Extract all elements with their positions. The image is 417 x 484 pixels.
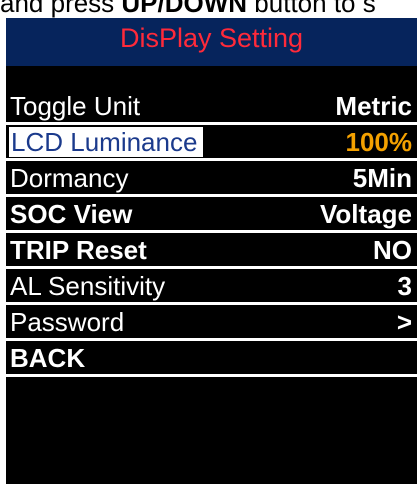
menu-item-password[interactable]: Password > [6, 306, 417, 341]
row-divider [6, 266, 417, 269]
menu-item-label: TRIP Reset [10, 235, 147, 265]
row-divider [6, 230, 417, 233]
row-divider [6, 374, 417, 377]
menu-item-label: LCD Luminance [9, 127, 204, 157]
menu-item-label: Password [10, 307, 125, 337]
menu-item-back[interactable]: BACK [6, 342, 417, 377]
row-divider [6, 302, 417, 305]
menu-item-label: Dormancy [10, 163, 129, 193]
display-screen: DisPlay Setting Toggle Unit Metric LCD L… [6, 18, 417, 484]
menu-item-value: 100% [345, 127, 413, 157]
menu-item-dormancy[interactable]: Dormancy 5Min [6, 162, 417, 197]
row-divider [6, 338, 417, 341]
caption-text-after: button to s [247, 0, 376, 18]
caption-bold-text: UP/DOWN [121, 0, 248, 18]
screen-title: DisPlay Setting [6, 18, 417, 66]
menu-item-soc-view[interactable]: SOC View Voltage [6, 198, 417, 233]
menu-item-value: 5Min [352, 163, 412, 193]
menu-item-value: Metric [335, 91, 412, 121]
row-divider [6, 122, 417, 125]
menu-item-label: BACK [10, 343, 86, 373]
menu-item-toggle-unit[interactable]: Toggle Unit Metric [6, 90, 417, 125]
menu-item-label: SOC View [10, 199, 133, 229]
menu-item-lcd-luminance[interactable]: LCD Luminance 100% [6, 126, 417, 161]
caption-text-before: and press [0, 0, 122, 18]
menu-item-trip-reset[interactable]: TRIP Reset NO [6, 234, 417, 269]
menu-item-al-sensitivity[interactable]: AL Sensitivity 3 [6, 270, 417, 305]
row-divider [6, 158, 417, 161]
instruction-caption: and press UP/DOWN button to s [0, 0, 417, 18]
row-divider [6, 194, 417, 197]
menu-item-label: AL Sensitivity [10, 271, 166, 301]
menu-item-value: 3 [397, 271, 412, 301]
menu-item-value: Voltage [320, 199, 412, 229]
menu-item-value: NO [373, 235, 412, 265]
menu-item-label: Toggle Unit [10, 91, 141, 121]
chevron-right-icon: > [396, 307, 412, 337]
